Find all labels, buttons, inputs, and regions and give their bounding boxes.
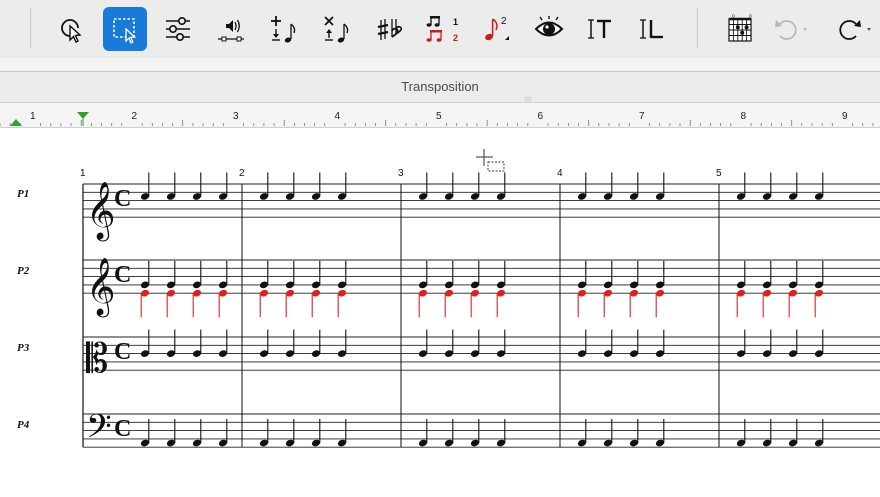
time-signature: C <box>114 416 131 442</box>
panel-header[interactable]: Transposition <box>0 72 880 102</box>
text-tool-icon <box>588 19 611 39</box>
delete-note-button[interactable] <box>315 7 359 51</box>
text-tool-button[interactable] <box>578 7 622 51</box>
toolbar: 1 2 2 o o <box>0 0 880 59</box>
part-label: P4 <box>17 419 30 431</box>
toolbar-separator <box>697 8 698 48</box>
toolbar-separator <box>30 8 31 48</box>
measure-number: 2 <box>239 168 245 179</box>
svg-text:o: o <box>732 14 735 20</box>
panel-title: Transposition <box>401 79 479 94</box>
ruler-number: 7 <box>639 111 645 122</box>
treble-clef: 𝄞 <box>86 181 116 242</box>
selection-tool-button[interactable] <box>49 7 93 51</box>
speaker-playback-icon <box>218 19 244 42</box>
ruler-number: 8 <box>740 111 747 122</box>
sharp-flat-accidentals-icon <box>377 19 403 40</box>
score-canvas[interactable]: 𝄞 𝄞 𝄡 𝄢 C C C C P1 P2 P3 P4 1 2 3 4 5 <box>0 127 880 492</box>
part-label: P2 <box>17 265 30 277</box>
redo-icon <box>839 20 871 40</box>
properties-sliders-icon <box>166 16 190 41</box>
ruler-number: 3 <box>233 111 239 122</box>
superscript-note-icon: 2 <box>485 16 509 41</box>
lyrics-tool-icon <box>640 19 663 39</box>
toolbar-divider-strip <box>0 58 880 72</box>
time-signature: C <box>114 262 131 288</box>
svg-text:2: 2 <box>501 16 507 27</box>
measure-ruler[interactable]: 1 2 3 4 5 6 7 8 9 <box>0 102 880 128</box>
svg-text:1: 1 <box>453 17 458 27</box>
svg-text:o: o <box>749 14 752 20</box>
undo-icon <box>775 20 807 40</box>
measure-number: 3 <box>398 168 404 179</box>
treble-clef: 𝄞 <box>86 257 116 318</box>
marquee-selection-button[interactable] <box>103 7 147 51</box>
indent-marker <box>77 112 89 119</box>
svg-text:2: 2 <box>453 33 458 43</box>
ruler-number: 1 <box>30 111 36 122</box>
time-signature: C <box>114 339 131 365</box>
ruler-number: 5 <box>436 111 442 122</box>
accidentals-button[interactable] <box>368 7 412 51</box>
add-note-icon <box>271 16 296 43</box>
ruler-number: 6 <box>537 111 544 122</box>
properties-button[interactable] <box>156 7 200 51</box>
ruler-number: 4 <box>334 111 341 122</box>
measure-number: 1 <box>80 168 86 179</box>
ruler-number: 2 <box>131 111 138 122</box>
selection-rectangle <box>487 161 505 172</box>
time-signature: C <box>114 186 131 212</box>
lyrics-tool-button[interactable] <box>630 7 674 51</box>
selection-arrow-icon <box>61 19 82 43</box>
score-notation[interactable]: 𝄞𝄞𝄡𝄢CCCC <box>0 127 880 492</box>
part-label: P1 <box>17 188 30 200</box>
playback-button[interactable] <box>209 7 253 51</box>
measure-number: 4 <box>557 168 563 179</box>
chord-diagram-button[interactable]: o o <box>718 7 762 51</box>
bass-clef: 𝄢 <box>86 408 112 454</box>
redo-button[interactable] <box>828 7 872 51</box>
add-note-button[interactable] <box>262 7 306 51</box>
undo-button[interactable] <box>768 7 812 51</box>
eye-view-icon <box>534 16 564 37</box>
delete-note-icon <box>324 16 349 43</box>
ruler-number: 9 <box>842 111 848 122</box>
superscript-button[interactable]: 2 <box>474 7 518 51</box>
measure-number: 5 <box>716 168 722 179</box>
left-margin-marker <box>10 119 22 126</box>
voice-numbers-icon: 1 2 <box>426 16 458 43</box>
voice-button[interactable]: 1 2 <box>421 7 465 51</box>
part-label: P3 <box>17 342 30 354</box>
marquee-selection-icon <box>113 18 137 44</box>
view-button[interactable] <box>527 7 571 51</box>
alto-clef: 𝄡 <box>86 336 108 382</box>
chord-diagram-icon: o o <box>728 14 752 42</box>
